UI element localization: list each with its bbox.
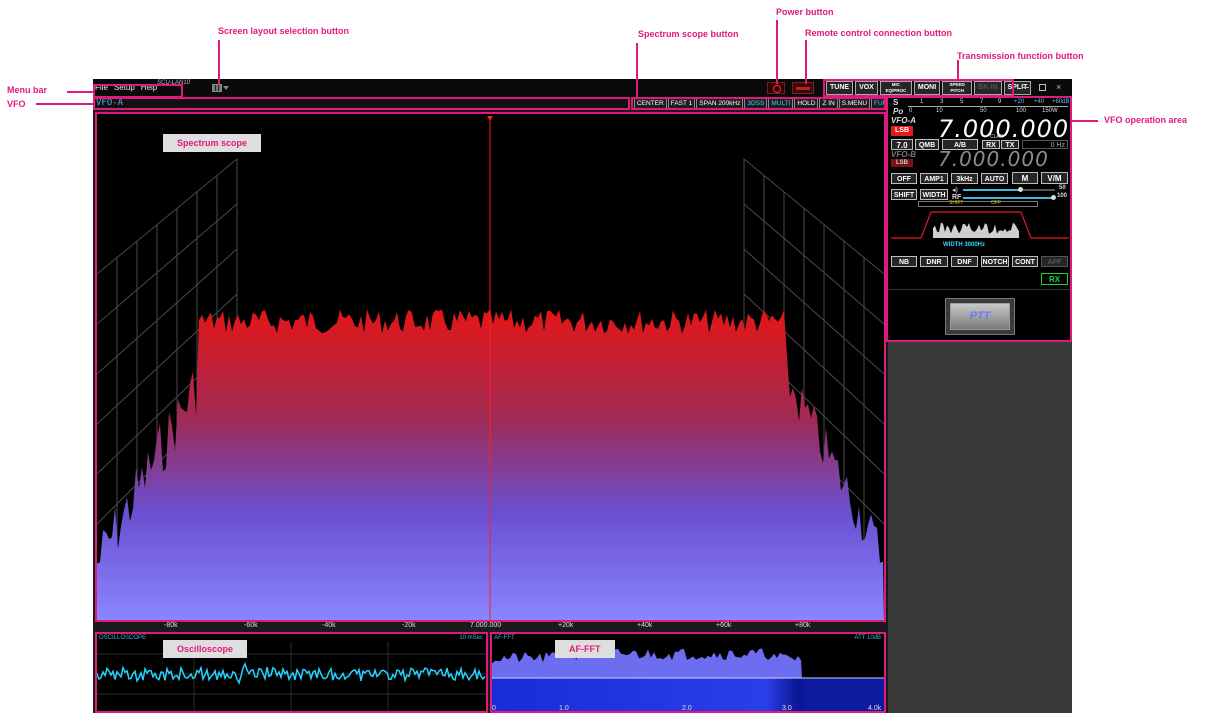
axis-tick: +60k (716, 622, 732, 629)
axis-tick: 7.000.000 (470, 622, 502, 629)
remote-icon (796, 87, 810, 90)
axis-tick: -20k (402, 622, 416, 629)
axis-tick: +80k (795, 622, 811, 629)
vfo-highlight (93, 97, 630, 110)
callout-vfo-operation-area: VFO operation area (1104, 115, 1188, 125)
oscilloscope-highlight (95, 632, 488, 713)
axis-tick: +40k (637, 622, 653, 629)
af-fft-highlight (490, 632, 886, 713)
callout-screen-layout: Screen layout selection button (218, 26, 350, 36)
spectrum-scope-highlight (95, 112, 886, 622)
callout-menu-bar: Menu bar (7, 85, 48, 95)
callout-transmission-button: Transmission function button (957, 51, 1084, 61)
minimize-icon[interactable] (1023, 87, 1029, 88)
callout-spectrum-scope-button: Spectrum scope button (638, 29, 739, 39)
close-icon[interactable]: × (1056, 81, 1061, 93)
power-icon (773, 85, 781, 93)
callout-vfo: VFO (7, 99, 26, 109)
vfo-operation-area-highlight (886, 96, 1072, 342)
axis-tick: -40k (322, 622, 336, 629)
menu-bar-highlight (93, 84, 183, 98)
remote-connect-button[interactable] (792, 82, 814, 94)
layout-grid-icon (212, 84, 222, 92)
right-empty-area (888, 341, 1072, 713)
axis-tick: +20k (558, 622, 574, 629)
restore-icon[interactable] (1039, 84, 1046, 91)
chevron-down-icon (223, 86, 229, 90)
transmission-buttons-highlight (823, 79, 1014, 97)
callout-power-button: Power button (776, 7, 834, 17)
axis-tick: -60k (244, 622, 258, 629)
spectrum-scope-buttons-highlight (631, 97, 886, 110)
frequency-axis: -80k -60k -40k -20k 7.000.000 +20k +40k … (97, 622, 884, 631)
layout-select-button[interactable] (212, 84, 230, 93)
callout-remote-button: Remote control connection button (805, 28, 952, 38)
axis-tick: -80k (164, 622, 178, 629)
